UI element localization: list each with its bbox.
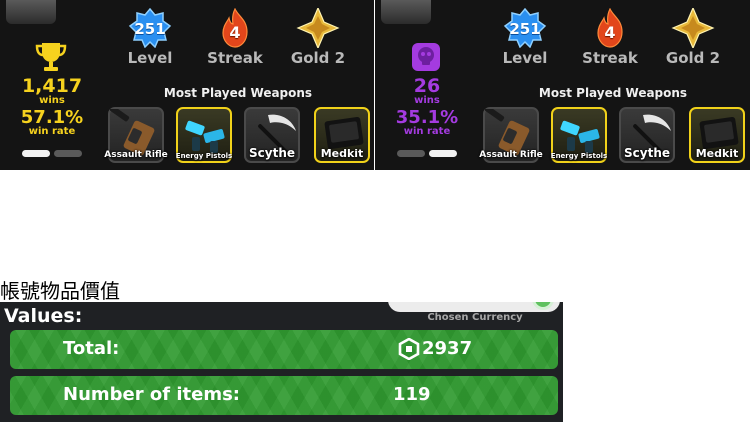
win-rate-label: win rate (28, 126, 76, 137)
streak-stat: 4 Streak (568, 0, 652, 66)
avatar (6, 0, 56, 24)
items-label: Number of items: (63, 384, 240, 405)
weapon-card-scythe[interactable]: Scythe (244, 107, 300, 163)
flame-icon: 4 (213, 8, 257, 48)
weapon-card-energy-pistols[interactable]: Energy Pistols (176, 107, 232, 163)
robux-icon (398, 337, 420, 361)
currency-toggle-icon[interactable] (532, 302, 554, 310)
weapon-name: Medkit (320, 147, 364, 160)
weapon-name: Assault Rifle (104, 150, 168, 160)
most-played-heading: Most Played Weapons (163, 86, 313, 100)
weapon-name: Medkit (695, 147, 739, 160)
weapon-card-assault-rifle[interactable]: Assault Rifle (479, 107, 543, 163)
most-played-heading: Most Played Weapons (538, 86, 688, 100)
wins-count: 26 (413, 75, 441, 97)
total-label: Total: (63, 338, 120, 359)
level-label: Level (502, 49, 548, 67)
streak-label: Streak (582, 49, 638, 67)
rank-label: Gold 2 (665, 49, 721, 67)
trophy-icon (34, 40, 68, 74)
currency-selector[interactable] (388, 302, 560, 312)
section-heading: 帳號物品價值 (0, 279, 120, 303)
gold-rank-icon (296, 8, 340, 48)
level-value: 251 (134, 20, 166, 38)
skull-badge-icon (409, 40, 443, 74)
rank-stat: Gold 2 (276, 0, 360, 66)
weapon-name: Scythe (624, 146, 670, 160)
values-panel: Chosen Currency Values: Total: 2937 Numb… (0, 302, 563, 422)
wins-label: wins (39, 95, 65, 106)
level-label: Level (127, 49, 173, 67)
streak-value: 4 (604, 23, 616, 42)
items-count-row: Number of items: 119 (10, 376, 558, 415)
avatar (381, 0, 431, 24)
level-badge-icon: 251 (128, 8, 172, 48)
weapon-card-medkit[interactable]: Medkit (689, 107, 745, 163)
weapon-name: Scythe (249, 146, 295, 160)
weapon-card-scythe[interactable]: Scythe (619, 107, 675, 163)
rank-stat: Gold 2 (651, 0, 735, 66)
level-badge-icon: 251 (503, 8, 547, 48)
total-value: 2937 (422, 338, 473, 359)
chosen-currency-label: Chosen Currency (427, 312, 523, 323)
page-indicator-1[interactable] (22, 150, 50, 157)
win-rate-value: 35.1% (395, 107, 459, 128)
level-stat: 251 Level (483, 0, 567, 66)
total-row: Total: 2937 (10, 330, 558, 369)
streak-label: Streak (207, 49, 263, 67)
weapon-card-assault-rifle[interactable]: Assault Rifle (104, 107, 168, 163)
gold-rank-icon (671, 8, 715, 48)
streak-value: 4 (229, 23, 241, 42)
win-rate-value: 57.1% (20, 107, 84, 128)
wins-count: 1,417 (21, 75, 83, 97)
weapon-card-energy-pistols[interactable]: Energy Pistols (551, 107, 607, 163)
flame-icon: 4 (588, 8, 632, 48)
level-stat: 251 Level (108, 0, 192, 66)
page-indicator-2[interactable] (54, 150, 82, 157)
streak-stat: 4 Streak (193, 0, 277, 66)
win-rate-label: win rate (403, 126, 451, 137)
weapon-card-medkit[interactable]: Medkit (314, 107, 370, 163)
page-indicator-1[interactable] (397, 150, 425, 157)
page-indicator-2[interactable] (429, 150, 457, 157)
items-value: 119 (393, 384, 431, 405)
wins-label: wins (414, 95, 440, 106)
rank-label: Gold 2 (290, 49, 346, 67)
level-value: 251 (509, 20, 541, 38)
player-stats-panel: 251 Level 4 Streak Gold 2 26 wins 35.1% … (375, 0, 750, 170)
weapon-name: Assault Rifle (479, 150, 543, 160)
player-stats-panel: 251 Level 4 Streak Gold 2 1,417 wins 57.… (0, 0, 374, 170)
values-title: Values: (4, 305, 83, 327)
weapon-name: Energy Pistols (175, 152, 233, 160)
weapon-name: Energy Pistols (550, 152, 608, 160)
